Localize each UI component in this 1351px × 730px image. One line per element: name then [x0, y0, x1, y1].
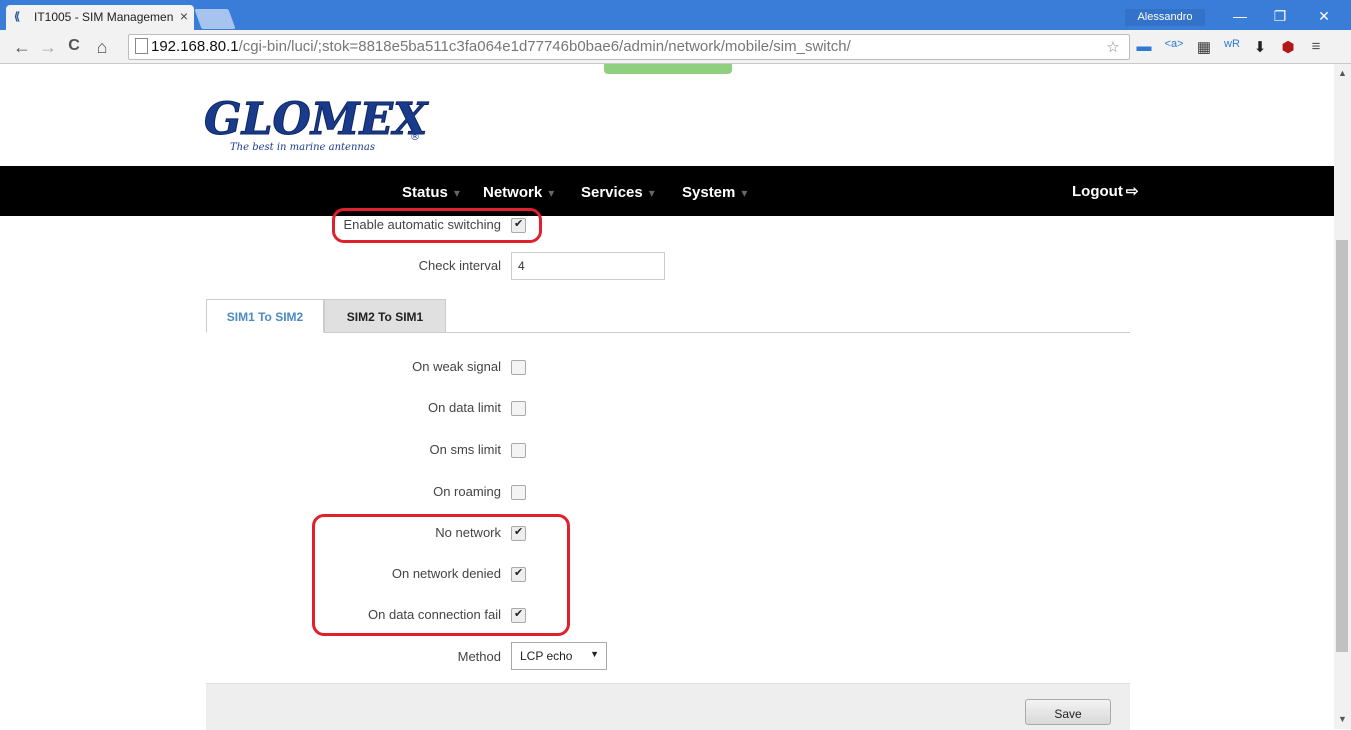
- save-button[interactable]: Save: [1025, 699, 1111, 725]
- logo-brand: GLOMEX: [204, 94, 429, 145]
- method-label: Method: [457, 649, 501, 664]
- logout-icon: ⇨: [1125, 183, 1139, 200]
- menu-services[interactable]: Services ▾: [581, 184, 655, 201]
- check-interval-label: Check interval: [418, 258, 501, 273]
- scroll-down-icon[interactable]: ▼: [1335, 714, 1350, 724]
- reload-icon[interactable]: C: [64, 37, 84, 55]
- scrollbar-thumb[interactable]: [1336, 240, 1348, 652]
- logo-tagline: The best in marine antennas: [230, 142, 375, 153]
- option-label-weak-signal: On weak signal: [412, 359, 501, 374]
- extension-screen-icon[interactable]: ▬: [1134, 38, 1154, 55]
- sms-limit-checkbox[interactable]: [511, 443, 526, 458]
- menu-system[interactable]: System ▾: [682, 184, 747, 201]
- chrome-menu-icon[interactable]: ≡: [1306, 38, 1326, 55]
- back-icon[interactable]: ←: [12, 37, 32, 58]
- data-limit-checkbox[interactable]: [511, 401, 526, 416]
- menu-network[interactable]: Network ▾: [483, 184, 554, 201]
- weak-signal-checkbox[interactable]: [511, 360, 526, 375]
- bookmark-star-icon[interactable]: ☆: [1103, 38, 1123, 56]
- page-icon: [135, 38, 148, 54]
- tab-sim2-to-sim1[interactable]: SIM2 To SIM1: [324, 299, 446, 333]
- chevron-down-icon: ▾: [453, 186, 460, 200]
- option-label-roaming: On roaming: [433, 484, 501, 499]
- address-toolbar: ← → C ⌂ 192.168.80.1/cgi-bin/luci/;stok=…: [0, 30, 1351, 64]
- extension-a-icon[interactable]: <a>: [1164, 38, 1184, 50]
- dropdown-arrow-icon: ▼: [590, 649, 599, 659]
- profile-button[interactable]: Alessandro: [1125, 9, 1205, 26]
- option-label-sms-limit: On sms limit: [429, 442, 502, 457]
- browser-tab[interactable]: ⟪ IT1005 - SIM Managemen ×: [6, 5, 194, 30]
- glomex-logo: GLOMEX The best in marine antennas ®: [204, 94, 430, 154]
- new-tab-button[interactable]: [194, 9, 236, 29]
- logout-link[interactable]: Logout ⇨: [1072, 182, 1138, 200]
- chevron-down-icon: ▾: [548, 186, 555, 200]
- url-input[interactable]: 192.168.80.1/cgi-bin/luci/;stok=8818e5ba…: [128, 34, 1130, 60]
- close-window-icon[interactable]: ✕: [1306, 6, 1342, 26]
- chevron-down-icon: ▾: [741, 186, 748, 200]
- forward-icon[interactable]: →: [38, 37, 58, 58]
- notification-tab: [604, 64, 732, 74]
- method-select[interactable]: LCP echo ▼: [511, 642, 607, 670]
- minimize-icon[interactable]: —: [1222, 6, 1258, 26]
- extension-wr-icon[interactable]: wR: [1222, 38, 1242, 50]
- main-menu: Status ▾ Network ▾ Services ▾ System ▾ Logou…: [0, 166, 1334, 216]
- scroll-up-icon[interactable]: ▲: [1335, 68, 1350, 78]
- menu-status[interactable]: Status ▾: [402, 184, 460, 201]
- highlight-failover-options: [312, 514, 570, 636]
- close-tab-icon[interactable]: ×: [180, 8, 188, 24]
- tab-sim1-to-sim2[interactable]: SIM1 To SIM2: [206, 299, 324, 333]
- download-icon[interactable]: ⬇: [1250, 38, 1270, 56]
- highlight-auto-switch: [332, 208, 542, 243]
- browser-tab-title: IT1005 - SIM Managemen: [34, 10, 174, 24]
- form-footer: [206, 683, 1130, 730]
- option-label-data-limit: On data limit: [428, 400, 501, 415]
- restore-icon[interactable]: ❐: [1262, 6, 1298, 26]
- browser-tab-strip: ⟪ IT1005 - SIM Managemen × Alessandro — …: [0, 0, 1351, 30]
- roaming-checkbox[interactable]: [511, 485, 526, 500]
- url-text: 192.168.80.1/cgi-bin/luci/;stok=8818e5ba…: [151, 38, 851, 55]
- ublock-icon[interactable]: ⬢: [1278, 38, 1298, 56]
- extension-translate-icon[interactable]: ▦: [1194, 38, 1214, 56]
- site-favicon-icon: ⟪: [14, 11, 21, 23]
- check-interval-input[interactable]: 4: [511, 252, 665, 280]
- chevron-down-icon: ▾: [648, 186, 655, 200]
- home-icon[interactable]: ⌂: [92, 37, 112, 58]
- logo-registered: ®: [410, 132, 420, 143]
